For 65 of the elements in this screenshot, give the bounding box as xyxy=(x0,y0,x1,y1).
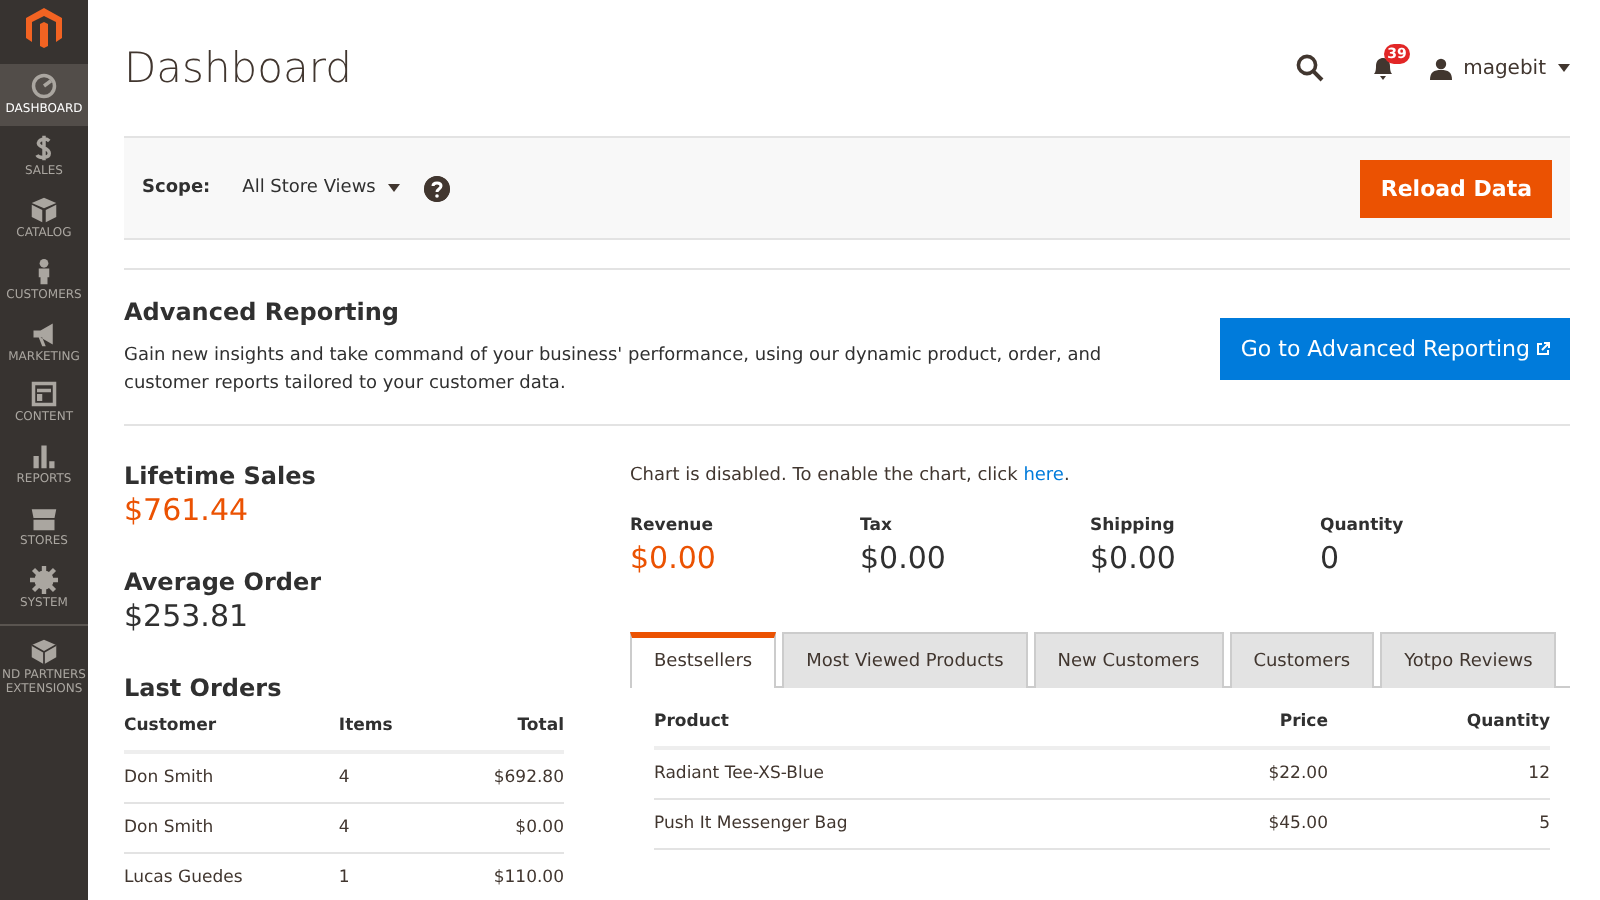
column-header: Product xyxy=(654,703,1170,748)
table-cell: $22.00 xyxy=(1169,747,1328,799)
scope-dropdown[interactable]: All Store Views xyxy=(242,178,400,198)
tab[interactable]: Bestsellers xyxy=(630,631,777,688)
column-header: Quantity xyxy=(1327,703,1550,748)
reload-data-button[interactable]: Reload Data xyxy=(1360,159,1552,217)
tab[interactable]: New Customers xyxy=(1033,631,1224,688)
total-label: Shipping xyxy=(1090,515,1177,536)
table-cell: 1 xyxy=(338,852,437,900)
table-cell: $45.00 xyxy=(1169,798,1328,849)
stat-label: Average Order xyxy=(124,567,324,596)
stat-label: Lifetime Sales xyxy=(124,461,318,490)
table-cell: 4 xyxy=(338,802,437,853)
caret-icon xyxy=(387,184,400,192)
caret-icon xyxy=(1558,64,1570,72)
section-title: Last Orders xyxy=(124,673,284,702)
user-icon xyxy=(1429,57,1452,79)
column-header: Customer xyxy=(124,707,339,752)
external-link-icon xyxy=(1536,341,1550,356)
menu-icon xyxy=(30,195,58,224)
stat-value: $761.44 xyxy=(124,491,251,528)
table-cell: Don Smith xyxy=(124,751,339,803)
user-menu[interactable]: magebit xyxy=(1429,57,1570,79)
total-label: Quantity xyxy=(1320,515,1406,536)
menu-icon xyxy=(30,319,58,348)
table-cell: $110.00 xyxy=(436,852,564,900)
table-cell: $692.80 xyxy=(436,751,564,803)
menu-icon xyxy=(30,442,58,471)
table-cell: 4 xyxy=(338,751,437,803)
logo-icon[interactable] xyxy=(26,8,62,48)
advanced-reporting-button[interactable]: Go to Advanced Reporting xyxy=(1220,317,1570,380)
column-header: Price xyxy=(1169,703,1328,748)
menu-icon xyxy=(30,638,58,667)
table-cell: Radiant Tee-XS-Blue xyxy=(654,747,1170,799)
column-header: Items xyxy=(338,707,437,752)
total-value: $0.00 xyxy=(1090,539,1178,576)
bell-icon[interactable] xyxy=(1371,56,1394,80)
column-header: Total xyxy=(436,707,564,752)
total-label: Tax xyxy=(860,515,894,536)
help-icon[interactable] xyxy=(423,175,450,201)
enable-chart-link[interactable]: here xyxy=(1023,465,1064,486)
total-label: Revenue xyxy=(630,515,715,536)
table-cell: Lucas Guedes xyxy=(124,852,339,900)
section-title: Advanced Reporting xyxy=(124,298,401,326)
chart-notice: Chart is disabled. To enable the chart, click here. xyxy=(630,465,1072,486)
page-title: Dashboard xyxy=(124,44,354,92)
total-value: 0 xyxy=(1320,539,1342,576)
total-value: $0.00 xyxy=(630,539,718,576)
table-cell: Don Smith xyxy=(124,802,339,853)
scope-label: Scope: xyxy=(142,178,211,198)
tab[interactable]: Customers xyxy=(1229,631,1375,688)
stat-value: $253.81 xyxy=(124,597,251,634)
table-cell: $0.00 xyxy=(436,802,564,853)
menu-icon xyxy=(30,72,58,100)
table-cell: 5 xyxy=(1327,798,1550,849)
total-value: $0.00 xyxy=(860,539,948,576)
menu-icon xyxy=(30,380,58,409)
tab[interactable]: Most Viewed Products xyxy=(782,631,1028,688)
table-cell: 12 xyxy=(1327,747,1550,799)
tab[interactable]: Yotpo Reviews xyxy=(1380,631,1557,688)
menu-icon xyxy=(30,566,58,595)
description: Gain new insights and take command of your business' performance, using our dynamic product, order, and customer reports tailored to your customer data. xyxy=(124,344,1104,399)
search-icon[interactable] xyxy=(1295,54,1324,82)
table-cell: Push It Messenger Bag xyxy=(654,798,1170,849)
menu-icon xyxy=(30,504,58,533)
